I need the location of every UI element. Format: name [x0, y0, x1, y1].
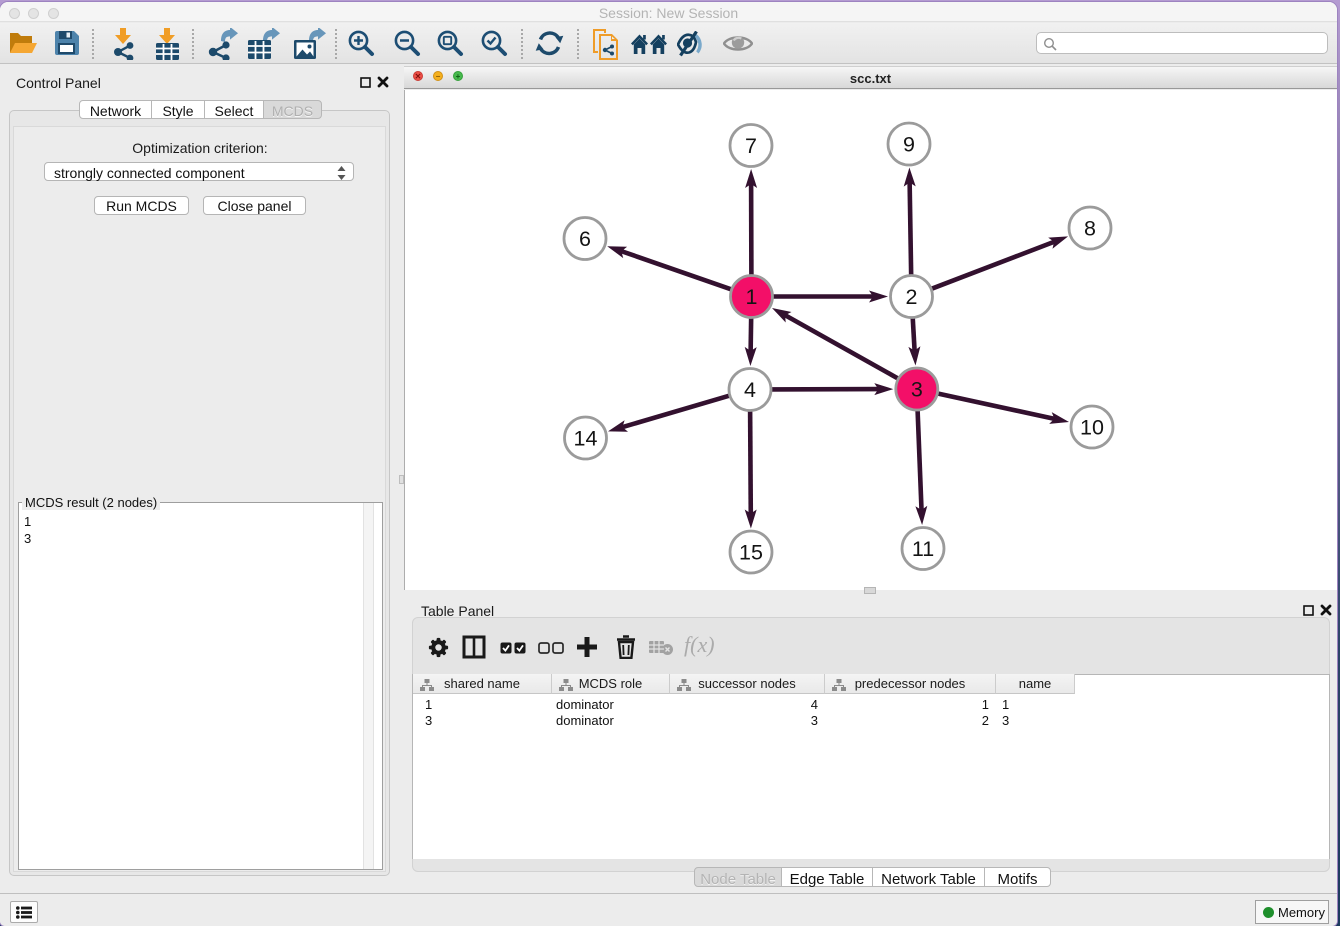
svg-text:2: 2 — [906, 285, 918, 309]
svg-text:4: 4 — [744, 378, 756, 402]
svg-text:11: 11 — [912, 537, 934, 561]
svg-text:1: 1 — [746, 285, 758, 309]
svg-text:9: 9 — [903, 133, 915, 157]
svg-text:15: 15 — [739, 541, 763, 565]
svg-text:3: 3 — [911, 378, 923, 402]
svg-text:6: 6 — [579, 227, 591, 251]
svg-text:8: 8 — [1084, 217, 1096, 241]
svg-text:14: 14 — [574, 427, 598, 451]
svg-text:7: 7 — [745, 134, 757, 158]
svg-text:10: 10 — [1080, 416, 1104, 440]
